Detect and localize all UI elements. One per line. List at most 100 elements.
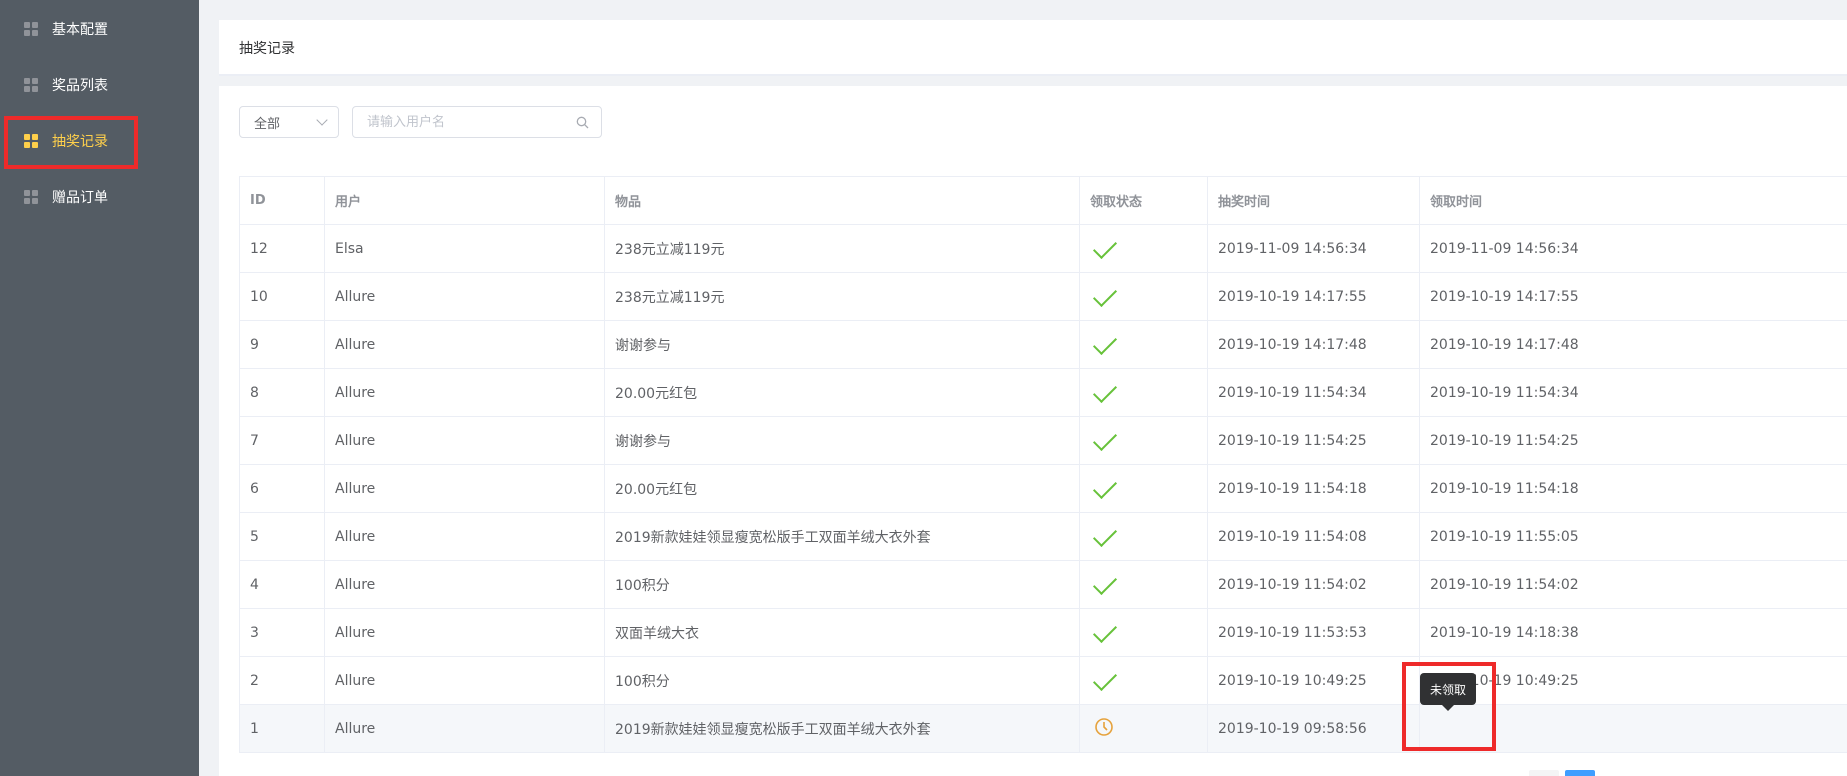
cell-claim-time	[1419, 704, 1847, 753]
cell-id: 4	[239, 560, 325, 609]
chevron-down-icon	[316, 114, 328, 126]
cell-status	[1079, 512, 1208, 561]
cell-item: 双面羊绒大衣	[604, 608, 1080, 657]
search-input[interactable]	[367, 107, 567, 137]
cell-draw-time: 2019-10-19 14:17:55	[1207, 272, 1420, 321]
check-icon	[1092, 618, 1118, 643]
cell-status	[1079, 368, 1208, 417]
cell-status	[1079, 656, 1208, 705]
table-row[interactable]: 8 Allure 20.00元红包 2019-10-19 11:54:34 2019-1…	[239, 368, 1847, 417]
lottery-records-table: ID 用户 物品 领取状态 抽奖时间 领取时间 12 Elsa 238元立减119元…	[239, 176, 1847, 753]
column-header-id[interactable]: ID	[239, 176, 325, 225]
table-row[interactable]: 3 Allure 双面羊绒大衣 2019-10-19 11:53:53 2019-10-…	[239, 608, 1847, 657]
grid-icon	[24, 22, 38, 36]
cell-status	[1079, 320, 1208, 369]
cell-user: Allure	[324, 608, 605, 657]
table-row[interactable]: 6 Allure 20.00元红包 2019-10-19 11:54:18 2019-1…	[239, 464, 1847, 513]
cell-item: 20.00元红包	[604, 368, 1080, 417]
status-filter-select[interactable]: 全部	[239, 106, 339, 138]
cell-claim-time: 2019-10-19 11:54:02	[1419, 560, 1847, 609]
sidebar-item-prize-list[interactable]: 奖品列表	[0, 57, 199, 113]
sidebar-item-label: 赠品订单	[52, 190, 108, 206]
search-icon[interactable]	[576, 116, 589, 129]
sidebar-item-label: 奖品列表	[52, 78, 108, 94]
cell-user: Allure	[324, 272, 605, 321]
cell-item: 238元立减119元	[604, 224, 1080, 273]
cell-claim-time: 2019-10-19 11:54:34	[1419, 368, 1847, 417]
cell-draw-time: 2019-10-19 11:54:02	[1207, 560, 1420, 609]
sidebar-item-lottery-records[interactable]: 抽奖记录	[0, 113, 199, 169]
table-row[interactable]: 5 Allure 2019新款娃娃领显瘦宽松版手工双面羊绒大衣外套 2019-10-1…	[239, 512, 1847, 561]
cell-id: 7	[239, 416, 325, 465]
cell-item: 100积分	[604, 560, 1080, 609]
column-header-item[interactable]: 物品	[604, 176, 1080, 225]
cell-draw-time: 2019-10-19 11:54:18	[1207, 464, 1420, 513]
check-icon	[1092, 570, 1118, 595]
sidebar-item-label: 抽奖记录	[52, 134, 108, 150]
pagination-current-page-button[interactable]	[1565, 770, 1595, 776]
cell-claim-time: 2019-11-09 14:56:34	[1419, 224, 1847, 273]
cell-draw-time: 2019-11-09 14:56:34	[1207, 224, 1420, 273]
check-icon	[1092, 330, 1118, 355]
check-icon	[1092, 522, 1118, 547]
sidebar-item-basic-config[interactable]: 基本配置	[0, 1, 199, 57]
table-row[interactable]: 12 Elsa 238元立减119元 2019-11-09 14:56:34 2019-…	[239, 224, 1847, 273]
cell-user: Allure	[324, 704, 605, 753]
check-icon	[1092, 474, 1118, 499]
username-search-box	[352, 106, 602, 138]
cell-status	[1079, 560, 1208, 609]
cell-user: Allure	[324, 368, 605, 417]
column-header-draw-time[interactable]: 抽奖时间	[1207, 176, 1420, 225]
grid-icon	[24, 134, 38, 148]
cell-status	[1079, 608, 1208, 657]
page-title: 抽奖记录	[239, 41, 295, 57]
cell-id: 3	[239, 608, 325, 657]
cell-status	[1079, 224, 1208, 273]
cell-claim-time: 2019-10-19 11:54:25	[1419, 416, 1847, 465]
pagination-prev-button[interactable]	[1529, 770, 1559, 776]
column-header-user[interactable]: 用户	[324, 176, 605, 225]
cell-claim-time: 2019-10-19 11:54:18	[1419, 464, 1847, 513]
cell-status	[1079, 272, 1208, 321]
main-content: 抽奖记录 全部 ID	[199, 0, 1847, 776]
cell-status	[1079, 416, 1208, 465]
cell-user: Allure	[324, 416, 605, 465]
table-row[interactable]: 10 Allure 238元立减119元 2019-10-19 14:17:55 201…	[239, 272, 1847, 321]
cell-draw-time: 2019-10-19 11:53:53	[1207, 608, 1420, 657]
sidebar-item-label: 基本配置	[52, 22, 108, 38]
cell-draw-time: 2019-10-19 10:49:25	[1207, 656, 1420, 705]
cell-item: 谢谢参与	[604, 320, 1080, 369]
grid-icon	[24, 190, 38, 204]
records-panel: 全部 ID 用户 物品	[219, 86, 1847, 776]
cell-id: 6	[239, 464, 325, 513]
table-row[interactable]: 2 Allure 100积分 2019-10-19 10:49:25 2019-10-1…	[239, 656, 1847, 705]
cell-id: 10	[239, 272, 325, 321]
table-row[interactable]: 1 Allure 2019新款娃娃领显瘦宽松版手工双面羊绒大衣外套 2019-10-1…	[239, 704, 1847, 753]
cell-user: Elsa	[324, 224, 605, 273]
page-header: 抽奖记录	[219, 20, 1847, 76]
sidebar-item-gift-orders[interactable]: 赠品订单	[0, 169, 199, 225]
cell-id: 9	[239, 320, 325, 369]
cell-draw-time: 2019-10-19 11:54:25	[1207, 416, 1420, 465]
check-icon	[1092, 234, 1118, 259]
cell-user: Allure	[324, 320, 605, 369]
cell-draw-time: 2019-10-19 11:54:34	[1207, 368, 1420, 417]
table-row[interactable]: 9 Allure 谢谢参与 2019-10-19 14:17:48 2019-10-19…	[239, 320, 1847, 369]
clock-icon[interactable]	[1094, 717, 1114, 737]
select-value: 全部	[254, 116, 281, 132]
cell-user: Allure	[324, 464, 605, 513]
cell-user: Allure	[324, 560, 605, 609]
grid-icon	[24, 78, 38, 92]
cell-claim-time: 2019-10-19 14:18:38	[1419, 608, 1847, 657]
table-row[interactable]: 4 Allure 100积分 2019-10-19 11:54:02 2019-10-1…	[239, 560, 1847, 609]
column-header-status[interactable]: 领取状态	[1079, 176, 1208, 225]
check-icon	[1092, 378, 1118, 403]
table-row[interactable]: 7 Allure 谢谢参与 2019-10-19 11:54:25 2019-10-19…	[239, 416, 1847, 465]
column-header-claim-time[interactable]: 领取时间	[1419, 176, 1847, 225]
cell-claim-time: 2019-10-19 11:55:05	[1419, 512, 1847, 561]
cell-item: 20.00元红包	[604, 464, 1080, 513]
cell-user: Allure	[324, 512, 605, 561]
cell-id: 5	[239, 512, 325, 561]
cell-id: 1	[239, 704, 325, 753]
status-tooltip: 未领取	[1420, 673, 1476, 711]
